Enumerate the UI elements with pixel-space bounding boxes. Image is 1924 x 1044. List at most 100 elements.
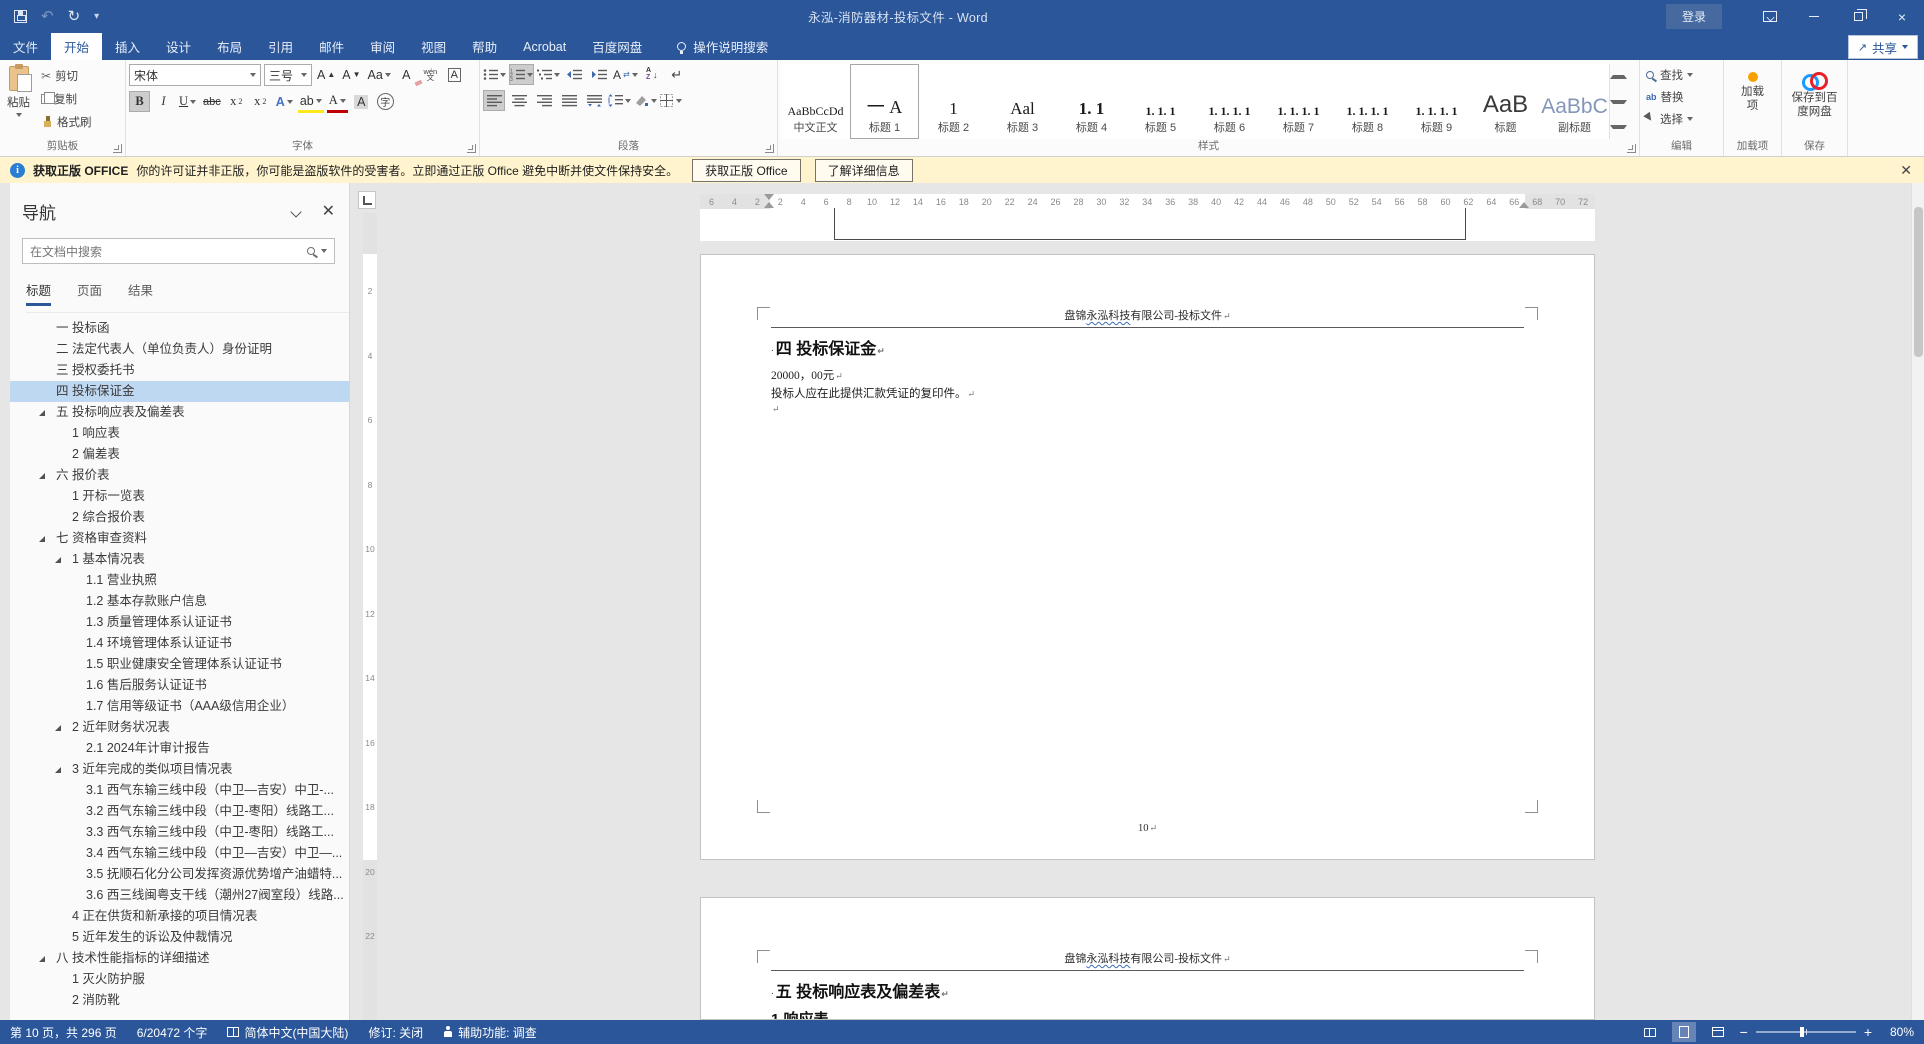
style-gallery-item[interactable]: 1. 1. 1 标题 5: [1126, 64, 1195, 139]
nav-heading-item[interactable]: 3.5 抚顺石化分公司发挥资源优势增产油蜡特...: [10, 864, 349, 885]
font-name-combo[interactable]: 宋体: [129, 64, 261, 86]
nav-close-icon[interactable]: ✕: [322, 203, 335, 220]
style-gallery-item[interactable]: 一 A 标题 1: [850, 64, 919, 139]
expand-arrow-icon[interactable]: [39, 536, 45, 542]
styles-dialog-launcher-icon[interactable]: [1627, 144, 1636, 153]
character-border-button[interactable]: A: [444, 65, 465, 86]
nav-heading-item[interactable]: 五 投标响应表及偏差表: [10, 402, 349, 423]
strikethrough-button[interactable]: abc: [201, 91, 223, 112]
clipboard-dialog-launcher-icon[interactable]: [113, 144, 122, 153]
nav-collapse-chevron-icon[interactable]: [289, 205, 302, 218]
nav-heading-item[interactable]: 2 综合报价表: [10, 507, 349, 528]
expand-arrow-icon[interactable]: [55, 767, 61, 773]
redo-icon[interactable]: ↻: [68, 9, 81, 24]
ribbon-display-options-button[interactable]: [1748, 0, 1792, 33]
nav-heading-item[interactable]: 3.1 西气东输三线中段（中卫—吉安）中卫-...: [10, 780, 349, 801]
character-shading-button[interactable]: A: [351, 91, 372, 112]
web-layout-button[interactable]: [1706, 1022, 1730, 1042]
print-layout-button[interactable]: [1671, 1022, 1696, 1042]
style-gallery-item[interactable]: Aal 标题 3: [988, 64, 1057, 139]
nav-heading-item[interactable]: 六 报价表: [10, 465, 349, 486]
decrease-indent-button[interactable]: [563, 64, 585, 85]
font-dialog-launcher-icon[interactable]: [467, 144, 476, 153]
font-color-button[interactable]: A: [326, 91, 348, 113]
nav-search-input[interactable]: 在文档中搜索: [22, 238, 335, 264]
line-spacing-button[interactable]: [608, 90, 631, 111]
tell-me-search[interactable]: 操作说明搜索: [677, 33, 768, 60]
nav-heading-item[interactable]: 3 近年完成的类似项目情况表: [10, 759, 349, 780]
page-10[interactable]: 盘锦永泓科技有限公司-投标文件↵ .四 投标保证金↵ 20000，00元↵ 投标…: [700, 254, 1595, 860]
ribbon-tab[interactable]: 文件: [0, 33, 51, 60]
sign-in-button[interactable]: 登录: [1665, 4, 1722, 29]
track-changes-status[interactable]: 修订: 关闭: [368, 1024, 423, 1041]
superscript-button[interactable]: x2: [250, 91, 271, 112]
text-effects-button[interactable]: A: [274, 91, 295, 112]
nav-tab[interactable]: 页面: [77, 280, 102, 306]
page-count-status[interactable]: 第 10 页，共 296 页: [10, 1024, 117, 1041]
expand-arrow-icon[interactable]: [39, 956, 45, 962]
ribbon-tab[interactable]: Acrobat: [510, 33, 579, 60]
clear-formatting-button[interactable]: A: [396, 65, 417, 86]
text-highlight-button[interactable]: ab: [297, 91, 324, 113]
nav-heading-item[interactable]: 2.1 2024年计审计报告: [10, 738, 349, 759]
gallery-scroll-down-icon[interactable]: [1610, 89, 1627, 114]
right-indent-marker[interactable]: [1519, 202, 1529, 208]
phonetic-guide-button[interactable]: wén 文: [420, 65, 441, 86]
vertical-ruler[interactable]: 2 4 6 8 10 12 14 16 18 20 22: [363, 213, 377, 1020]
customize-qat-icon[interactable]: ▾: [94, 11, 99, 22]
italic-button[interactable]: I: [153, 91, 174, 112]
asian-layout-button[interactable]: A ⇄: [613, 64, 638, 85]
get-genuine-office-button[interactable]: 获取正版 Office: [692, 158, 801, 182]
find-button[interactable]: 查找: [1643, 66, 1720, 84]
copy-button[interactable]: 复制: [38, 90, 95, 108]
nav-heading-item[interactable]: 一 投标函: [10, 318, 349, 339]
nav-heading-item[interactable]: 八 技术性能指标的详细描述: [10, 948, 349, 969]
gallery-scroll-up-icon[interactable]: [1610, 64, 1627, 89]
style-gallery-item[interactable]: 1. 1. 1. 1 标题 7: [1264, 64, 1333, 139]
style-gallery-item[interactable]: AaBbCcDd 中文正文: [781, 64, 850, 139]
style-gallery-item[interactable]: 1. 1. 1. 1 标题 9: [1402, 64, 1471, 139]
ribbon-tab[interactable]: 百度网盘: [579, 33, 655, 60]
nav-heading-item[interactable]: 1.5 职业健康安全管理体系认证证书: [10, 654, 349, 675]
language-status[interactable]: 简体中文(中国大陆): [227, 1024, 348, 1041]
select-button[interactable]: 选择: [1643, 110, 1720, 128]
paste-button[interactable]: 粘贴: [3, 64, 34, 139]
borders-button[interactable]: [660, 90, 682, 111]
underline-button[interactable]: U: [177, 91, 198, 112]
word-count-status[interactable]: 6/20472 个字: [137, 1024, 208, 1041]
align-right-button[interactable]: [533, 90, 555, 111]
nav-heading-item[interactable]: 1.7 信用等级证书（AAA级信用企业）: [10, 696, 349, 717]
ribbon-tab[interactable]: 审阅: [357, 33, 408, 60]
style-gallery-item[interactable]: 1. 1 标题 4: [1057, 64, 1126, 139]
ribbon-tab[interactable]: 邮件: [306, 33, 357, 60]
nav-heading-item[interactable]: 1.6 售后服务认证证书: [10, 675, 349, 696]
addins-button[interactable]: 加载项: [1736, 64, 1770, 139]
nav-heading-item[interactable]: 1 基本情况表: [10, 549, 349, 570]
nav-heading-item[interactable]: 4 正在供货和新承接的项目情况表: [10, 906, 349, 927]
ribbon-tab[interactable]: 引用: [255, 33, 306, 60]
enclose-characters-button[interactable]: 字: [375, 91, 396, 112]
style-gallery-item[interactable]: 1 标题 2: [919, 64, 988, 139]
paragraph-dialog-launcher-icon[interactable]: [765, 144, 774, 153]
nav-tab[interactable]: 结果: [128, 280, 153, 306]
restore-button[interactable]: [1836, 0, 1880, 33]
learn-more-button[interactable]: 了解详细信息: [814, 158, 913, 182]
justify-button[interactable]: [558, 90, 580, 111]
style-gallery-item[interactable]: AaB 标题: [1471, 64, 1540, 139]
expand-arrow-icon[interactable]: [39, 473, 45, 479]
nav-heading-item[interactable]: 七 资格审查资料: [10, 528, 349, 549]
show-hide-marks-button[interactable]: ↵: [666, 64, 688, 85]
expand-arrow-icon[interactable]: [55, 557, 61, 563]
minimize-button[interactable]: [1792, 0, 1836, 33]
nav-heading-item[interactable]: 四 投标保证金: [10, 381, 349, 402]
format-painter-button[interactable]: 格式刷: [38, 113, 95, 131]
shrink-font-button[interactable]: A ▼: [340, 65, 362, 86]
subscript-button[interactable]: x2: [226, 91, 247, 112]
save-icon[interactable]: [14, 10, 27, 23]
sort-button[interactable]: A Z ↓: [641, 64, 663, 85]
nav-heading-item[interactable]: 3.3 西气东输三线中段（中卫-枣阳）线路工...: [10, 822, 349, 843]
change-case-button[interactable]: Aa: [366, 65, 393, 86]
zoom-slider-thumb[interactable]: [1799, 1027, 1804, 1037]
align-left-button[interactable]: [483, 90, 505, 111]
multilevel-list-button[interactable]: [537, 64, 560, 85]
